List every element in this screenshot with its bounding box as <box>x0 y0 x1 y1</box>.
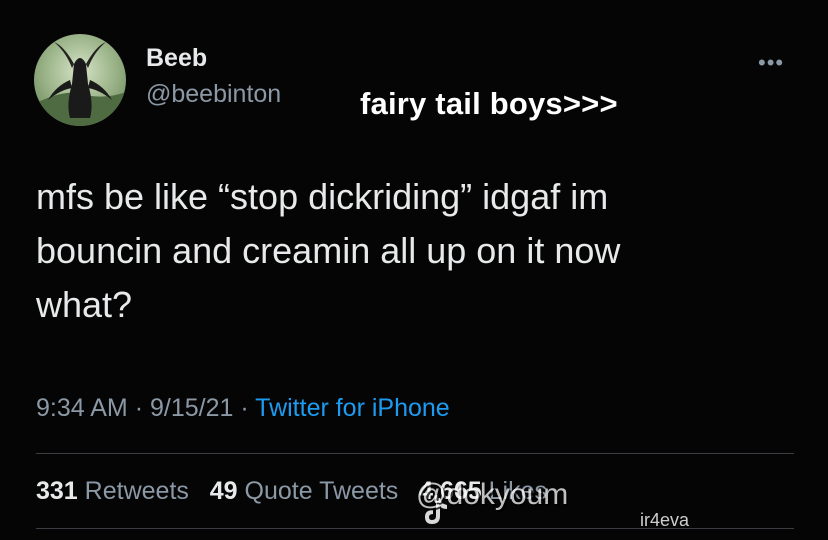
separator-dot: · <box>134 394 150 422</box>
avatar-image <box>34 42 126 126</box>
user-handle[interactable]: @beebinton <box>146 80 281 109</box>
tweet-time[interactable]: 9:34 AM <box>36 394 128 422</box>
overlay-caption: fairy tail boys>>> <box>360 86 618 121</box>
tweet-text-line: bouncin and creamin all up on it now <box>36 230 621 271</box>
watermark-handle: @dokyoum <box>416 478 569 511</box>
display-name[interactable]: Beeb <box>146 44 207 73</box>
tweet-text-line: mfs be like “stop dickriding” idgaf im <box>36 176 609 217</box>
retweets-count: 331 <box>36 477 78 505</box>
quotes-label: Quote Tweets <box>244 477 399 505</box>
tweet-source-link[interactable]: Twitter for iPhone <box>255 394 450 422</box>
tweet-text-line: what? <box>36 284 133 325</box>
quotes-count: 49 <box>209 477 238 505</box>
separator-dot: · <box>240 394 256 422</box>
retweets-label: Retweets <box>84 477 189 505</box>
tweet-date[interactable]: 9/15/21 <box>150 394 233 422</box>
tweet-meta: 9:34 AM · 9/15/21 · Twitter for iPhone <box>36 394 450 423</box>
tweet-text: mfs be like “stop dickriding” idgaf im b… <box>36 170 796 332</box>
divider <box>36 453 794 454</box>
more-horizontal-icon[interactable]: ••• <box>758 50 784 76</box>
avatar[interactable] <box>34 34 126 126</box>
quote-tweets-stat[interactable]: 49 Quote Tweets <box>210 477 399 505</box>
watermark-secondary: ir4eva <box>640 510 690 530</box>
retweets-stat[interactable]: 331 Retweets <box>36 477 189 505</box>
